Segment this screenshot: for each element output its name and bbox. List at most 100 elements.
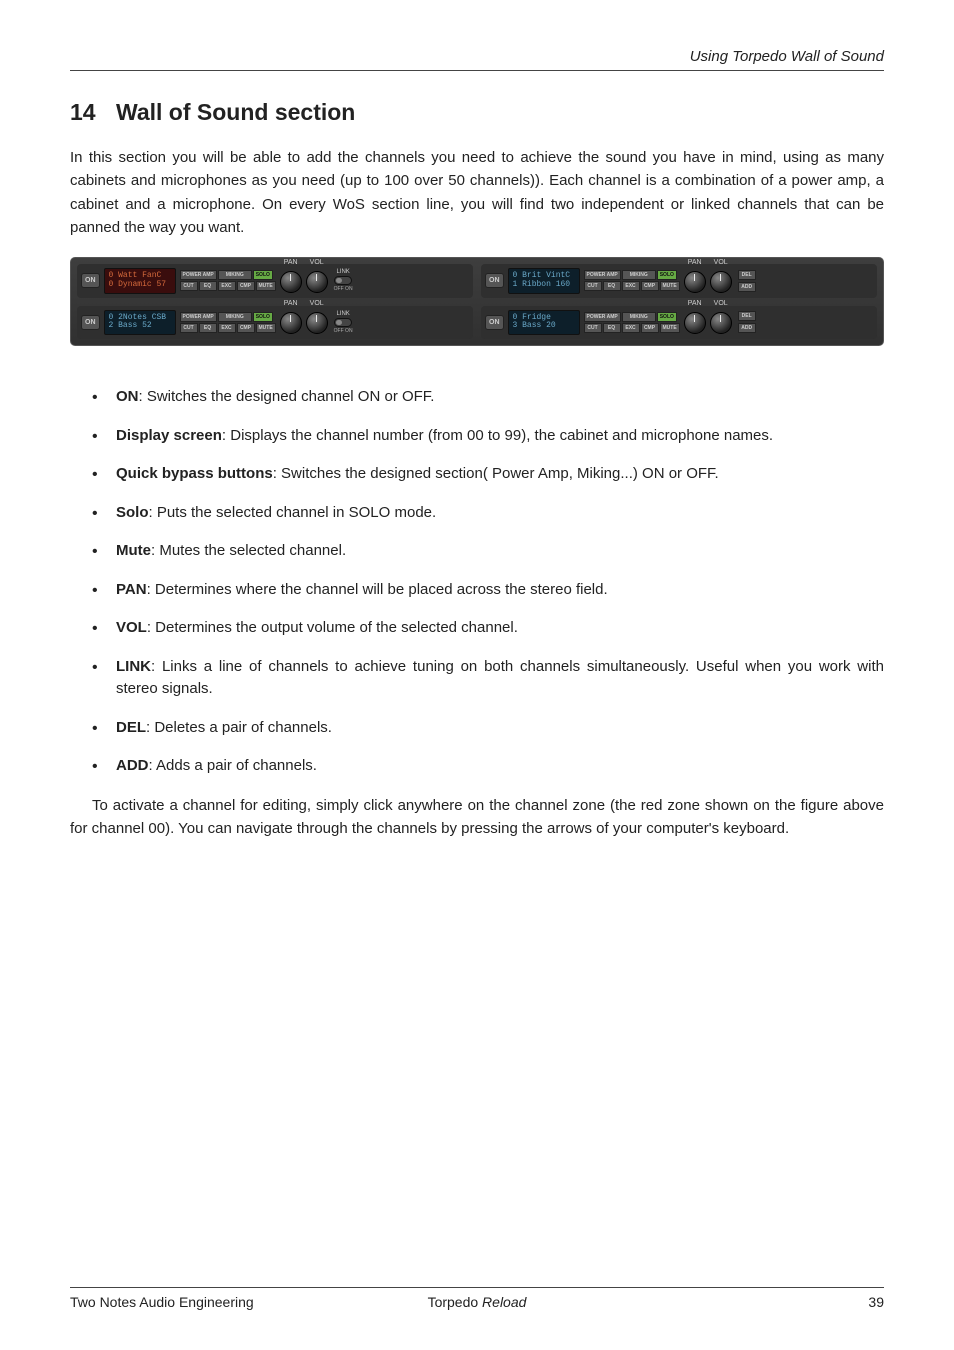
vol-knob[interactable] xyxy=(710,271,732,293)
list-item: VOL: Determines the output volume of the… xyxy=(110,617,884,640)
definition-text: : Switches the designed section( Power A… xyxy=(273,465,719,482)
solo-button[interactable]: SOLO xyxy=(657,270,677,280)
definition-text: : Links a line of channels to achieve tu… xyxy=(116,658,884,698)
solo-button[interactable]: SOLO xyxy=(253,270,273,280)
definition-text: : Displays the channel number (from 00 t… xyxy=(222,427,773,444)
del-add-group: DEL ADD xyxy=(736,270,756,292)
link-group: LINK OFF ON xyxy=(332,269,355,292)
term: LINK xyxy=(116,658,151,675)
channel-display: 0 Brit VintC 1 Ribbon 160 xyxy=(508,268,580,294)
outro-paragraph: To activate a channel for editing, simpl… xyxy=(70,794,884,841)
list-item: Solo: Puts the selected channel in SOLO … xyxy=(110,502,884,525)
add-button[interactable]: ADD xyxy=(738,323,756,333)
vol-knob[interactable] xyxy=(710,312,732,334)
channel-strip[interactable]: ON 0 2Notes CSB 2 Bass 52 POWER AMP MIKI… xyxy=(77,306,473,340)
pan-label: PAN xyxy=(688,259,702,266)
eq-button[interactable]: EQ xyxy=(603,281,621,291)
vol-label: VOL xyxy=(714,259,728,266)
term: ADD xyxy=(116,757,149,774)
term: ON xyxy=(116,388,139,405)
definition-text: : Deletes a pair of channels. xyxy=(146,719,332,736)
mute-button[interactable]: MUTE xyxy=(660,323,680,333)
power-amp-button[interactable]: POWER AMP xyxy=(180,270,217,280)
link-switch[interactable] xyxy=(334,276,352,285)
on-button[interactable]: ON xyxy=(485,273,504,288)
miking-button[interactable]: MIKING xyxy=(622,312,656,322)
cut-button[interactable]: CUT xyxy=(584,323,602,333)
link-label: LINK xyxy=(336,269,349,275)
link-switch[interactable] xyxy=(334,318,352,327)
on-button[interactable]: ON xyxy=(485,315,504,330)
channel-display: 0 Fridge 3 Bass 20 xyxy=(508,310,580,336)
pan-knob[interactable] xyxy=(280,271,302,293)
eq-button[interactable]: EQ xyxy=(199,281,217,291)
exc-button[interactable]: EXC xyxy=(218,281,236,291)
term: Display screen xyxy=(116,427,222,444)
definition-text: : Puts the selected channel in SOLO mode… xyxy=(149,504,437,521)
del-button[interactable]: DEL xyxy=(738,311,756,321)
channel-strip[interactable]: ON 0 Brit VintC 1 Ribbon 160 POWER AMP M… xyxy=(481,264,877,298)
channel-strip[interactable]: ON 0 Fridge 3 Bass 20 POWER AMP MIKING S… xyxy=(481,306,877,340)
exc-button[interactable]: EXC xyxy=(622,323,640,333)
exc-button[interactable]: EXC xyxy=(218,323,236,333)
pan-knob[interactable] xyxy=(280,312,302,334)
term: Quick bypass buttons xyxy=(116,465,273,482)
definition-list: ON: Switches the designed channel ON or … xyxy=(70,386,884,778)
definition-text: : Determines the output volume of the se… xyxy=(147,619,518,636)
term: PAN xyxy=(116,581,147,598)
cut-button[interactable]: CUT xyxy=(180,323,198,333)
list-item: ON: Switches the designed channel ON or … xyxy=(110,386,884,409)
miking-button[interactable]: MIKING xyxy=(622,270,656,280)
power-amp-button[interactable]: POWER AMP xyxy=(584,270,621,280)
eq-button[interactable]: EQ xyxy=(199,323,217,333)
list-item: ADD: Adds a pair of channels. xyxy=(110,755,884,778)
channel-strip[interactable]: ON 0 Watt FanC 0 Dynamic 57 POWER AMP MI… xyxy=(77,264,473,298)
channel-display: 0 2Notes CSB 2 Bass 52 xyxy=(104,310,176,336)
on-button[interactable]: ON xyxy=(81,273,100,288)
eq-button[interactable]: EQ xyxy=(603,323,621,333)
miking-button[interactable]: MIKING xyxy=(218,312,252,322)
page-footer: Two Notes Audio Engineering Torpedo Relo… xyxy=(70,1287,884,1310)
term: DEL xyxy=(116,719,146,736)
cut-button[interactable]: CUT xyxy=(180,281,198,291)
vol-knob[interactable] xyxy=(306,271,328,293)
cmp-button[interactable]: CMP xyxy=(641,281,659,291)
wos-channels-figure: ON 0 Watt FanC 0 Dynamic 57 POWER AMP MI… xyxy=(70,257,884,346)
vol-label: VOL xyxy=(310,300,324,307)
cut-button[interactable]: CUT xyxy=(584,281,602,291)
solo-button[interactable]: SOLO xyxy=(657,312,677,322)
pan-knob[interactable] xyxy=(684,271,706,293)
definition-text: : Mutes the selected channel. xyxy=(151,542,346,559)
vol-knob[interactable] xyxy=(306,312,328,334)
channel-display: 0 Watt FanC 0 Dynamic 57 xyxy=(104,268,176,294)
mute-button[interactable]: MUTE xyxy=(256,281,276,291)
miking-button[interactable]: MIKING xyxy=(218,270,252,280)
wos-row: ON 0 2Notes CSB 2 Bass 52 POWER AMP MIKI… xyxy=(77,306,877,340)
solo-button[interactable]: SOLO xyxy=(253,312,273,322)
list-item: Mute: Mutes the selected channel. xyxy=(110,540,884,563)
power-amp-button[interactable]: POWER AMP xyxy=(584,312,621,322)
on-button[interactable]: ON xyxy=(81,315,100,330)
del-button[interactable]: DEL xyxy=(738,270,756,280)
bypass-button-group: POWER AMP MIKING SOLO CUT EQ EXC CMP MUT… xyxy=(584,312,680,333)
pan-knob[interactable] xyxy=(684,312,706,334)
vol-label: VOL xyxy=(310,259,324,266)
section-heading: 14 Wall of Sound section xyxy=(70,99,884,126)
power-amp-button[interactable]: POWER AMP xyxy=(180,312,217,322)
intro-paragraph: In this section you will be able to add … xyxy=(70,146,884,239)
definition-text: : Determines where the channel will be p… xyxy=(147,581,608,598)
cmp-button[interactable]: CMP xyxy=(237,323,255,333)
section-title: Wall of Sound section xyxy=(116,99,355,125)
mute-button[interactable]: MUTE xyxy=(660,281,680,291)
definition-text: : Adds a pair of channels. xyxy=(149,757,317,774)
list-item: LINK: Links a line of channels to achiev… xyxy=(110,656,884,701)
link-label: LINK xyxy=(336,311,349,317)
term: VOL xyxy=(116,619,147,636)
mute-button[interactable]: MUTE xyxy=(256,323,276,333)
add-button[interactable]: ADD xyxy=(738,282,756,292)
cmp-button[interactable]: CMP xyxy=(237,281,255,291)
bypass-button-group: POWER AMP MIKING SOLO CUT EQ EXC CMP MUT… xyxy=(180,312,276,333)
exc-button[interactable]: EXC xyxy=(622,281,640,291)
cmp-button[interactable]: CMP xyxy=(641,323,659,333)
pan-label: PAN xyxy=(688,300,702,307)
